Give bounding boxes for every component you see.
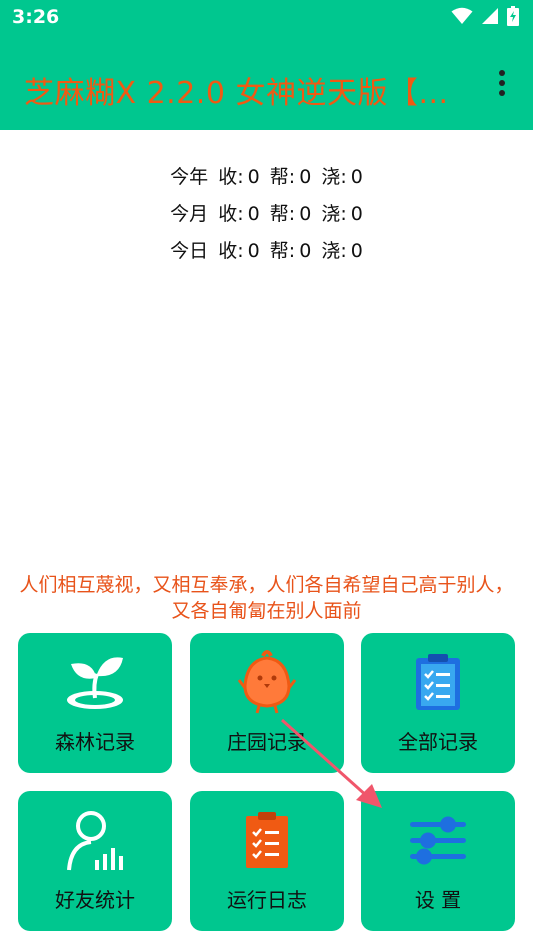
stats-row-year: 今年 收: 0 帮: 0 浇: 0 — [0, 162, 533, 199]
quote-text: 人们相互蔑视，又相互奉承，人们各自希望自己高于别人，又各自匍匐在别人面前 — [19, 574, 514, 622]
forest-record-button[interactable]: 森林记录 — [18, 633, 172, 773]
collect-label: 收: — [218, 166, 244, 188]
water-value: 0 — [350, 166, 363, 188]
overflow-menu-icon[interactable] — [497, 70, 507, 98]
help-label: 帮: — [269, 240, 296, 262]
stats-row-day: 今日 收: 0 帮: 0 浇: 0 — [0, 236, 533, 273]
stats-row-month: 今月 收: 0 帮: 0 浇: 0 — [0, 199, 533, 236]
help-label: 帮: — [269, 166, 296, 188]
tile-label: 运行日志 — [227, 888, 307, 912]
help-value: 0 — [299, 240, 312, 262]
tile-label: 森林记录 — [55, 730, 135, 754]
app-title: 芝麻糊X 2.2.0 女神逆天版【... — [24, 76, 449, 111]
status-bar: 3:26 — [0, 0, 533, 38]
status-time: 3:26 — [12, 6, 60, 28]
run-log-button[interactable]: 运行日志 — [190, 791, 344, 931]
stats-period: 今月 — [170, 203, 209, 225]
collect-label: 收: — [218, 203, 244, 225]
chick-icon — [237, 650, 297, 714]
collect-label: 收: — [218, 240, 244, 262]
friend-stats-button[interactable]: 好友统计 — [18, 791, 172, 931]
wifi-icon — [451, 7, 473, 24]
tile-label: 好友统计 — [55, 888, 135, 912]
stats-panel: 今年 收: 0 帮: 0 浇: 0 今月 收: 0 帮: 0 浇: 0 今日 收: 0 帮: 0… — [0, 162, 533, 273]
help-value: 0 — [299, 166, 312, 188]
stats-period: 今年 — [170, 166, 209, 188]
battery-icon — [507, 6, 519, 26]
tile-label: 设 置 — [414, 888, 462, 912]
farm-record-button[interactable]: 庄园记录 — [190, 633, 344, 773]
water-value: 0 — [350, 203, 363, 225]
status-icons — [451, 6, 519, 26]
stats-period: 今日 — [170, 240, 209, 262]
water-value: 0 — [350, 240, 363, 262]
user-stats-icon — [67, 811, 123, 871]
tile-label: 庄园记录 — [227, 730, 307, 754]
checklist-clipboard-icon — [416, 654, 460, 710]
signal-icon — [482, 8, 498, 24]
sliders-icon — [410, 816, 466, 865]
app-bar: 芝麻糊X 2.2.0 女神逆天版【... — [0, 38, 533, 130]
collect-value: 0 — [247, 203, 260, 225]
all-records-button[interactable]: 全部记录 — [361, 633, 515, 773]
help-label: 帮: — [269, 203, 296, 225]
collect-value: 0 — [247, 240, 260, 262]
tile-label: 全部记录 — [398, 730, 478, 754]
collect-value: 0 — [247, 166, 260, 188]
water-label: 浇: — [321, 203, 347, 225]
help-value: 0 — [299, 203, 312, 225]
water-label: 浇: — [321, 166, 347, 188]
settings-button[interactable]: 设 置 — [361, 791, 515, 931]
sprout-icon — [67, 657, 123, 709]
log-clipboard-icon — [246, 812, 288, 868]
water-label: 浇: — [321, 240, 347, 262]
